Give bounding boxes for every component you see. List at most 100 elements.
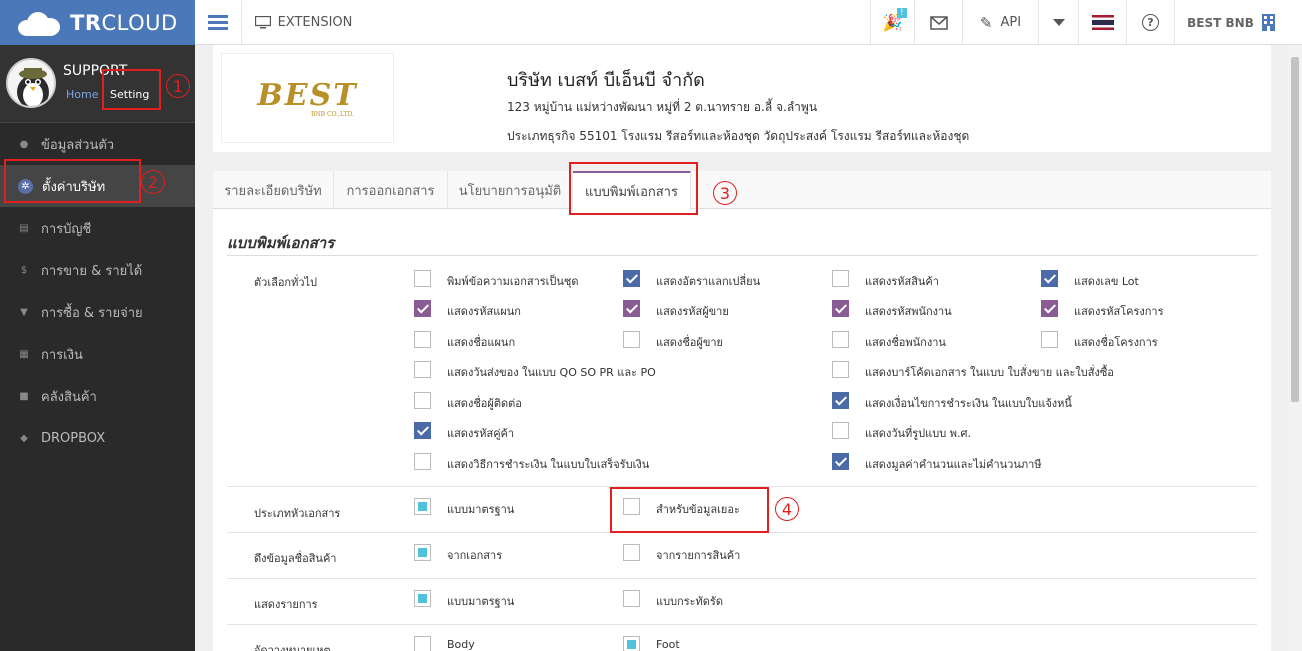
dropdown-button[interactable] (1038, 0, 1078, 45)
header-type-standard[interactable]: แบบมาตรฐาน (414, 498, 514, 516)
envelope-icon (929, 15, 948, 30)
checkbox[interactable] (414, 453, 431, 470)
option-print-set[interactable]: พิมพ์ข้อความเอกสารเป็นชุด (414, 270, 579, 288)
option-payment-method[interactable]: แสดงวิธีการชำระเงิน ในแบบใบเสร็จรับเงิน (414, 453, 649, 471)
checkbox[interactable] (414, 361, 431, 378)
display-items-compact[interactable]: แบบกระทัดรัด (623, 590, 723, 608)
option-employee-code[interactable]: แสดงรหัสพนักงาน (832, 300, 952, 318)
checkbox[interactable] (1041, 331, 1058, 348)
api-button[interactable]: ✎ API (962, 0, 1038, 45)
option-contact-name[interactable]: แสดงชื่อผู้ติดต่อ (414, 392, 522, 410)
sidebar-item-inventory[interactable]: ■ คลังสินค้า (0, 375, 195, 417)
radio[interactable] (414, 544, 431, 561)
product-name-from-doc[interactable]: จากเอกสาร (414, 544, 502, 562)
option-exchange-rate[interactable]: แสดงอัตราแลกเปลี่ยน (623, 270, 760, 288)
checkbox[interactable] (623, 300, 640, 317)
building-icon (1261, 14, 1275, 31)
checkbox[interactable] (1041, 300, 1058, 317)
annotation-number-3: 3 (713, 181, 737, 205)
checkbox[interactable] (414, 392, 431, 409)
company-address: 123 หมู่บ้าน แม่หว่างพัฒนา หมู่ที่ 2 ต.น… (507, 100, 818, 114)
extension-label: EXTENSION (277, 15, 353, 30)
option-seller-code[interactable]: แสดงรหัสผู้ขาย (623, 300, 729, 318)
checkbox[interactable] (832, 392, 849, 409)
option-dept-name[interactable]: แสดงชื่อแผนก (414, 331, 515, 349)
notes-position-foot[interactable]: Foot (623, 636, 680, 651)
notes-position-body[interactable]: Body (414, 636, 475, 651)
option-delivery-date[interactable]: แสดงวันส่งของ ในแบบ QO SO PR และ PO (414, 361, 656, 379)
help-button[interactable]: ? (1126, 0, 1174, 45)
checkbox[interactable] (832, 361, 849, 378)
annotation-box-4 (610, 487, 769, 533)
checkbox[interactable] (832, 331, 849, 348)
sidebar-item-finance[interactable]: ▦ การเงิน (0, 333, 195, 375)
option-product-code[interactable]: แสดงรหัสสินค้า (832, 270, 939, 288)
option-buddhist-date[interactable]: แสดงวันที่รูปแบบ พ.ศ. (832, 422, 971, 440)
checkbox[interactable] (414, 270, 431, 287)
checkbox[interactable] (832, 422, 849, 439)
mail-button[interactable] (914, 0, 962, 45)
checkbox[interactable] (414, 331, 431, 348)
checkbox[interactable] (1041, 270, 1058, 287)
sidebar-item-label: การเงิน (41, 347, 83, 363)
product-name-from-list[interactable]: จากรายการสินค้า (623, 544, 740, 562)
annotation-number-1: 1 (166, 74, 190, 98)
checkbox[interactable] (832, 270, 849, 287)
radio[interactable] (623, 544, 640, 561)
radio[interactable] (623, 590, 640, 607)
dollar-icon: $ (20, 264, 28, 276)
divider (227, 578, 1257, 579)
option-partner-code[interactable]: แสดงรหัสคู่ค้า (414, 422, 514, 440)
plug-icon: ✎ (979, 13, 993, 32)
option-seller-name[interactable]: แสดงชื่อผู้ขาย (623, 331, 723, 349)
tab-document-issuing[interactable]: การออกเอกสาร (334, 171, 448, 209)
checkbox[interactable] (623, 270, 640, 287)
app-logo[interactable]: TRCLOUD (0, 0, 195, 45)
sidebar-item-accounting[interactable]: ▤ การบัญชี (0, 207, 195, 249)
option-dept-code[interactable]: แสดงรหัสแผนก (414, 300, 521, 318)
annotation-box-1 (102, 69, 161, 110)
checkbox[interactable] (832, 453, 849, 470)
book-icon: ▤ (19, 222, 29, 234)
radio[interactable] (414, 498, 431, 515)
checkbox[interactable] (414, 300, 431, 317)
annotation-number-4: 4 (775, 497, 799, 521)
checkbox[interactable] (414, 422, 431, 439)
option-barcode[interactable]: แสดงบาร์โค้ดเอกสาร ในแบบ ใบสั่งขาย และใบ… (832, 361, 1114, 379)
main-content: BEST BNB CO.,LTD. บริษัท เบสท์ บีเอ็นบี … (195, 45, 1287, 651)
avatar[interactable] (6, 58, 56, 108)
sidebar-item-purchases[interactable]: ▼ การซื้อ & รายจ่าย (0, 291, 195, 333)
radio[interactable] (623, 636, 640, 651)
menu-toggle-button[interactable] (195, 0, 241, 45)
company-switch-button[interactable]: BEST BNB (1174, 0, 1287, 45)
scrollbar-thumb[interactable] (1291, 57, 1299, 402)
home-link[interactable]: Home (66, 88, 98, 101)
notifications-button[interactable]: 🎉 ! (870, 0, 914, 45)
tab-company-details[interactable]: รายละเอียดบริษัท (213, 171, 334, 209)
checkbox[interactable] (623, 331, 640, 348)
radio[interactable] (414, 636, 431, 651)
section-title: แบบพิมพ์เอกสาร (227, 234, 335, 252)
radio[interactable] (414, 590, 431, 607)
truck-icon: ■ (19, 390, 29, 402)
sidebar-item-dropbox[interactable]: ◆ DROPBOX (0, 417, 195, 459)
option-employee-name[interactable]: แสดงชื่อพนักงาน (832, 331, 946, 349)
company-name: บริษัท เบสท์ บีเอ็นบี จำกัด (507, 70, 705, 91)
notification-badge: ! (897, 8, 907, 18)
divider (227, 624, 1257, 625)
header-type-label: ประเภทหัวเอกสาร (254, 507, 341, 520)
extension-button[interactable]: EXTENSION (241, 0, 365, 45)
vertical-scrollbar[interactable] (1287, 45, 1302, 651)
option-project-name[interactable]: แสดงชื่อโครงการ (1041, 331, 1158, 349)
option-payment-terms[interactable]: แสดงเงื่อนไขการชำระเงิน ในแบบใบแจ้งหนี้ (832, 392, 1072, 410)
tab-approval-policy[interactable]: นโยบายการอนุมัติ (448, 171, 573, 209)
option-lot-number[interactable]: แสดงเลข Lot (1041, 270, 1139, 288)
language-button[interactable] (1078, 0, 1126, 45)
annotation-number-2: 2 (141, 170, 165, 194)
option-project-code[interactable]: แสดงรหัสโครงการ (1041, 300, 1163, 318)
option-tax-values[interactable]: แสดงมูลค่าคำนวนและไม่คำนวนภาษี (832, 453, 1042, 471)
display-items-standard[interactable]: แบบมาตรฐาน (414, 590, 514, 608)
sidebar-item-sales[interactable]: $ การขาย & รายได้ (0, 249, 195, 291)
sidebar-item-label: DROPBOX (41, 430, 106, 446)
checkbox[interactable] (832, 300, 849, 317)
